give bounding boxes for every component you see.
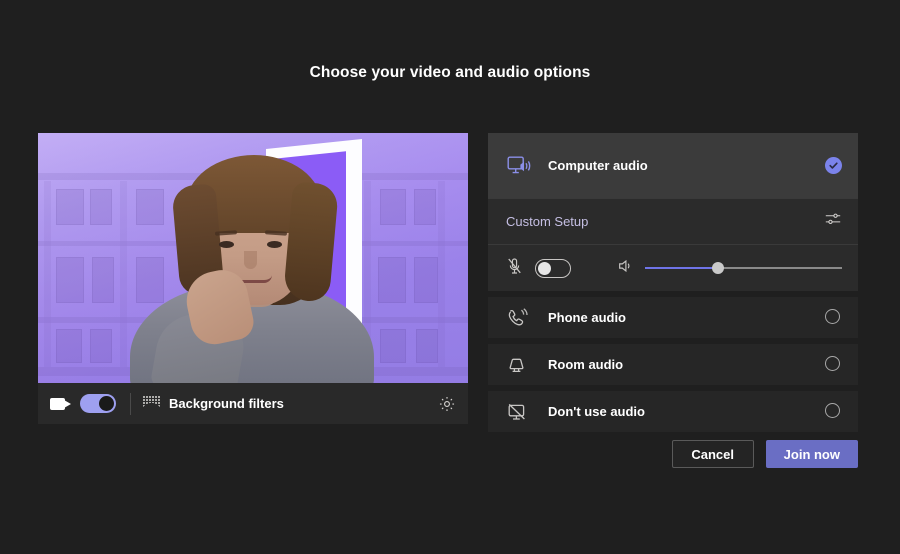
audio-option-label: Room audio xyxy=(548,357,624,372)
speaker-icon xyxy=(617,258,633,279)
custom-setup-label: Custom Setup xyxy=(506,214,589,229)
phone-audio-icon xyxy=(506,307,532,328)
room-audio-icon xyxy=(506,355,532,375)
no-audio-icon xyxy=(506,402,532,422)
selected-check-icon xyxy=(825,157,842,174)
video-control-bar: Background filters xyxy=(38,383,468,424)
radio-empty-icon[interactable] xyxy=(825,309,842,326)
microphone-toggle[interactable] xyxy=(535,258,571,278)
page-title: Choose your video and audio options xyxy=(309,64,591,81)
video-feed xyxy=(38,133,468,383)
audio-option-label: Computer audio xyxy=(548,158,648,173)
microphone-muted-icon xyxy=(506,257,523,280)
divider xyxy=(130,392,131,415)
audio-option-computer-audio[interactable]: Computer audio xyxy=(488,133,858,198)
camera-toggle[interactable] xyxy=(80,394,116,413)
volume-slider[interactable] xyxy=(645,261,842,275)
background-filters-icon xyxy=(143,396,160,411)
audio-option-room-audio[interactable]: Room audio xyxy=(488,344,858,385)
prejoin-screen: Choose your video and audio options Back… xyxy=(0,0,900,554)
audio-option-dont-use-audio[interactable]: Don't use audio xyxy=(488,391,858,432)
sliders-icon[interactable] xyxy=(824,210,842,233)
radio-empty-icon[interactable] xyxy=(825,356,842,373)
background-filters-label[interactable]: Background filters xyxy=(169,396,284,411)
computer-audio-group: Computer audio Custom Setup xyxy=(488,133,858,291)
audio-options-panel: Computer audio Custom Setup Phone audio … xyxy=(488,133,858,432)
audio-option-phone-audio[interactable]: Phone audio xyxy=(488,297,858,338)
cancel-button[interactable]: Cancel xyxy=(671,440,754,468)
computer-audio-icon xyxy=(506,155,532,177)
radio-empty-icon[interactable] xyxy=(825,403,842,420)
video-camera-icon xyxy=(50,396,72,412)
participant-video-image xyxy=(38,133,468,383)
gear-icon[interactable] xyxy=(438,395,456,413)
join-now-button[interactable]: Join now xyxy=(765,440,858,468)
device-controls-row xyxy=(488,244,858,291)
audio-option-label: Don't use audio xyxy=(548,404,645,419)
video-preview-card: Background filters xyxy=(38,133,468,424)
audio-option-label: Phone audio xyxy=(548,310,626,325)
footer-actions: Cancel Join now xyxy=(671,440,858,468)
custom-setup-row[interactable]: Custom Setup xyxy=(488,198,858,244)
